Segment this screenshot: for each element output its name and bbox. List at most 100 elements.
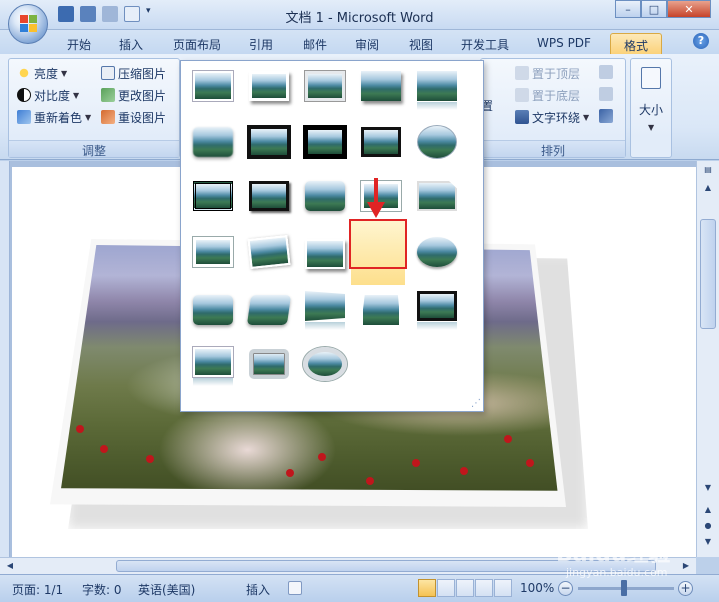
align-icon[interactable] [599,65,613,79]
tab-format[interactable]: 格式 [610,33,662,54]
style-perspective-left-white[interactable] [361,293,401,327]
style-reflected[interactable] [417,71,457,110]
bring-to-front-icon [515,66,529,80]
recolor-icon [17,110,31,124]
change-picture-button[interactable]: 更改图片 [101,85,166,105]
prev-page-icon[interactable]: ▲ [700,503,716,517]
compress-pictures-button[interactable]: 压缩图片 [101,63,166,83]
style-bevel-perspective[interactable] [246,295,292,325]
vertical-scrollbar[interactable]: ▤ ▲ ▼ ▲ ● ▼ [696,161,719,557]
gallery-resize-grip-icon[interactable]: ⋰ [471,398,481,409]
tab-developer[interactable]: 开发工具 [454,33,516,54]
send-to-back-button[interactable]: 置于底层 [515,85,580,105]
style-beveled-matte[interactable] [249,71,289,101]
scroll-right-icon[interactable]: ▶ [678,559,694,573]
vertical-scroll-thumb[interactable] [700,219,716,329]
watermark-url: jingyan.baidu.com [566,566,668,579]
style-shadow-black[interactable] [249,181,289,211]
style-thumbnail [305,291,345,321]
contrast-button[interactable]: 对比度 ▼ [17,85,79,105]
browse-object-icon[interactable]: ● [700,519,716,533]
text-wrap-icon [515,110,529,124]
style-soft-edge[interactable] [193,127,233,157]
size-dropdown-icon[interactable]: ▼ [648,123,654,132]
vertical-ruler [0,161,10,557]
tab-review[interactable]: 审阅 [348,33,386,54]
style-simple-frame-black[interactable] [303,125,347,159]
scroll-down-icon[interactable]: ▼ [700,481,716,495]
text-wrap-button[interactable]: 文字环绕 ▼ [515,107,589,127]
style-thumbnail [249,181,289,211]
contrast-icon [17,88,31,102]
style-metal-oval[interactable] [303,347,347,381]
style-perspective-shadow[interactable] [305,239,345,269]
brightness-button[interactable]: 亮度 ▼ [17,63,67,83]
word-count[interactable]: 字数: 0 [82,581,122,598]
tab-view[interactable]: 视图 [402,33,440,54]
web-layout-icon[interactable] [456,579,474,597]
style-rotated-white[interactable] [247,234,291,270]
recolor-button[interactable]: 重新着色 ▼ [17,107,91,127]
tab-mailings[interactable]: 邮件 [296,33,334,54]
tab-wps-pdf[interactable]: WPS PDF [530,33,598,54]
style-snip-corner[interactable] [417,181,457,211]
style-thumbnail [193,295,233,325]
print-layout-view-icon[interactable] [418,579,436,597]
full-screen-reading-icon[interactable] [437,579,455,597]
scroll-up-icon[interactable]: ▲ [700,181,716,195]
tab-page-layout[interactable]: 页面布局 [166,33,228,54]
ribbon-tabs: 开始 插入 页面布局 引用 邮件 审阅 视图 开发工具 WPS PDF 格式 ? [0,30,719,54]
style-thick-matte-black[interactable] [247,125,291,159]
style-thumbnail [417,181,457,211]
style-thumbnail [247,125,291,159]
style-thumbnail [417,125,457,159]
size-label: 大小 [639,102,664,117]
office-button[interactable] [8,4,48,44]
style-center-shadow[interactable] [193,237,233,267]
style-reflected-bevel-white[interactable] [193,347,233,386]
tab-insert[interactable]: 插入 [112,33,150,54]
style-thumbnail [305,71,345,101]
zoom-slider-thumb[interactable] [621,580,627,596]
insert-mode[interactable]: 插入 [246,581,270,598]
help-icon[interactable]: ? [693,33,709,49]
zoom-out-icon[interactable]: − [558,581,573,596]
reset-picture-button[interactable]: 重设图片 [101,107,166,127]
draft-view-icon[interactable] [494,579,512,597]
style-double-frame-black[interactable] [193,181,233,211]
tab-references[interactable]: 引用 [242,33,280,54]
zoom-in-icon[interactable]: + [678,581,693,596]
style-reflected-perspective-right[interactable] [305,291,345,330]
style-oval[interactable] [417,125,457,159]
outline-view-icon[interactable] [475,579,493,597]
style-metal-rounded[interactable] [249,349,289,379]
style-metal-frame[interactable] [305,71,345,101]
tab-home[interactable]: 开始 [60,33,98,54]
size-button[interactable]: 大小 [639,99,663,119]
rotate-icon[interactable] [599,109,613,123]
style-reflected-bevel-black[interactable] [417,291,457,330]
style-rounded-diagonal[interactable] [305,181,345,211]
adjust-group: 亮度 ▼ 对比度 ▼ 重新着色 ▼ 压缩图片 更改图片 重设图片 调整 [8,58,180,158]
ruler-toggle-icon[interactable]: ▤ [700,163,716,177]
style-thumbnail [361,127,401,157]
minimize-button[interactable]: – [615,0,641,18]
arrange-group: 置 置于顶层 置于底层 文字环绕 ▼ 排列 [480,58,626,158]
pointer-arrow [374,178,378,204]
language-indicator[interactable]: 英语(美国) [138,581,195,598]
style-drop-shadow[interactable] [361,71,401,101]
macro-record-icon[interactable] [288,581,302,595]
style-thin-black[interactable] [361,127,401,157]
zoom-level[interactable]: 100% [520,581,554,595]
maximize-button[interactable]: □ [641,0,667,18]
scroll-left-icon[interactable]: ◀ [2,559,18,573]
flower [146,455,154,463]
style-simple-frame-white[interactable] [193,71,233,101]
next-page-icon[interactable]: ▼ [700,535,716,549]
close-button[interactable]: ✕ [667,0,711,18]
page-count[interactable]: 页面: 1/1 [12,581,63,598]
group-icon[interactable] [599,87,613,101]
style-soft-edge-oval[interactable] [417,237,457,267]
style-bevel-rectangle[interactable] [193,295,233,325]
bring-to-front-button[interactable]: 置于顶层 [515,63,580,83]
